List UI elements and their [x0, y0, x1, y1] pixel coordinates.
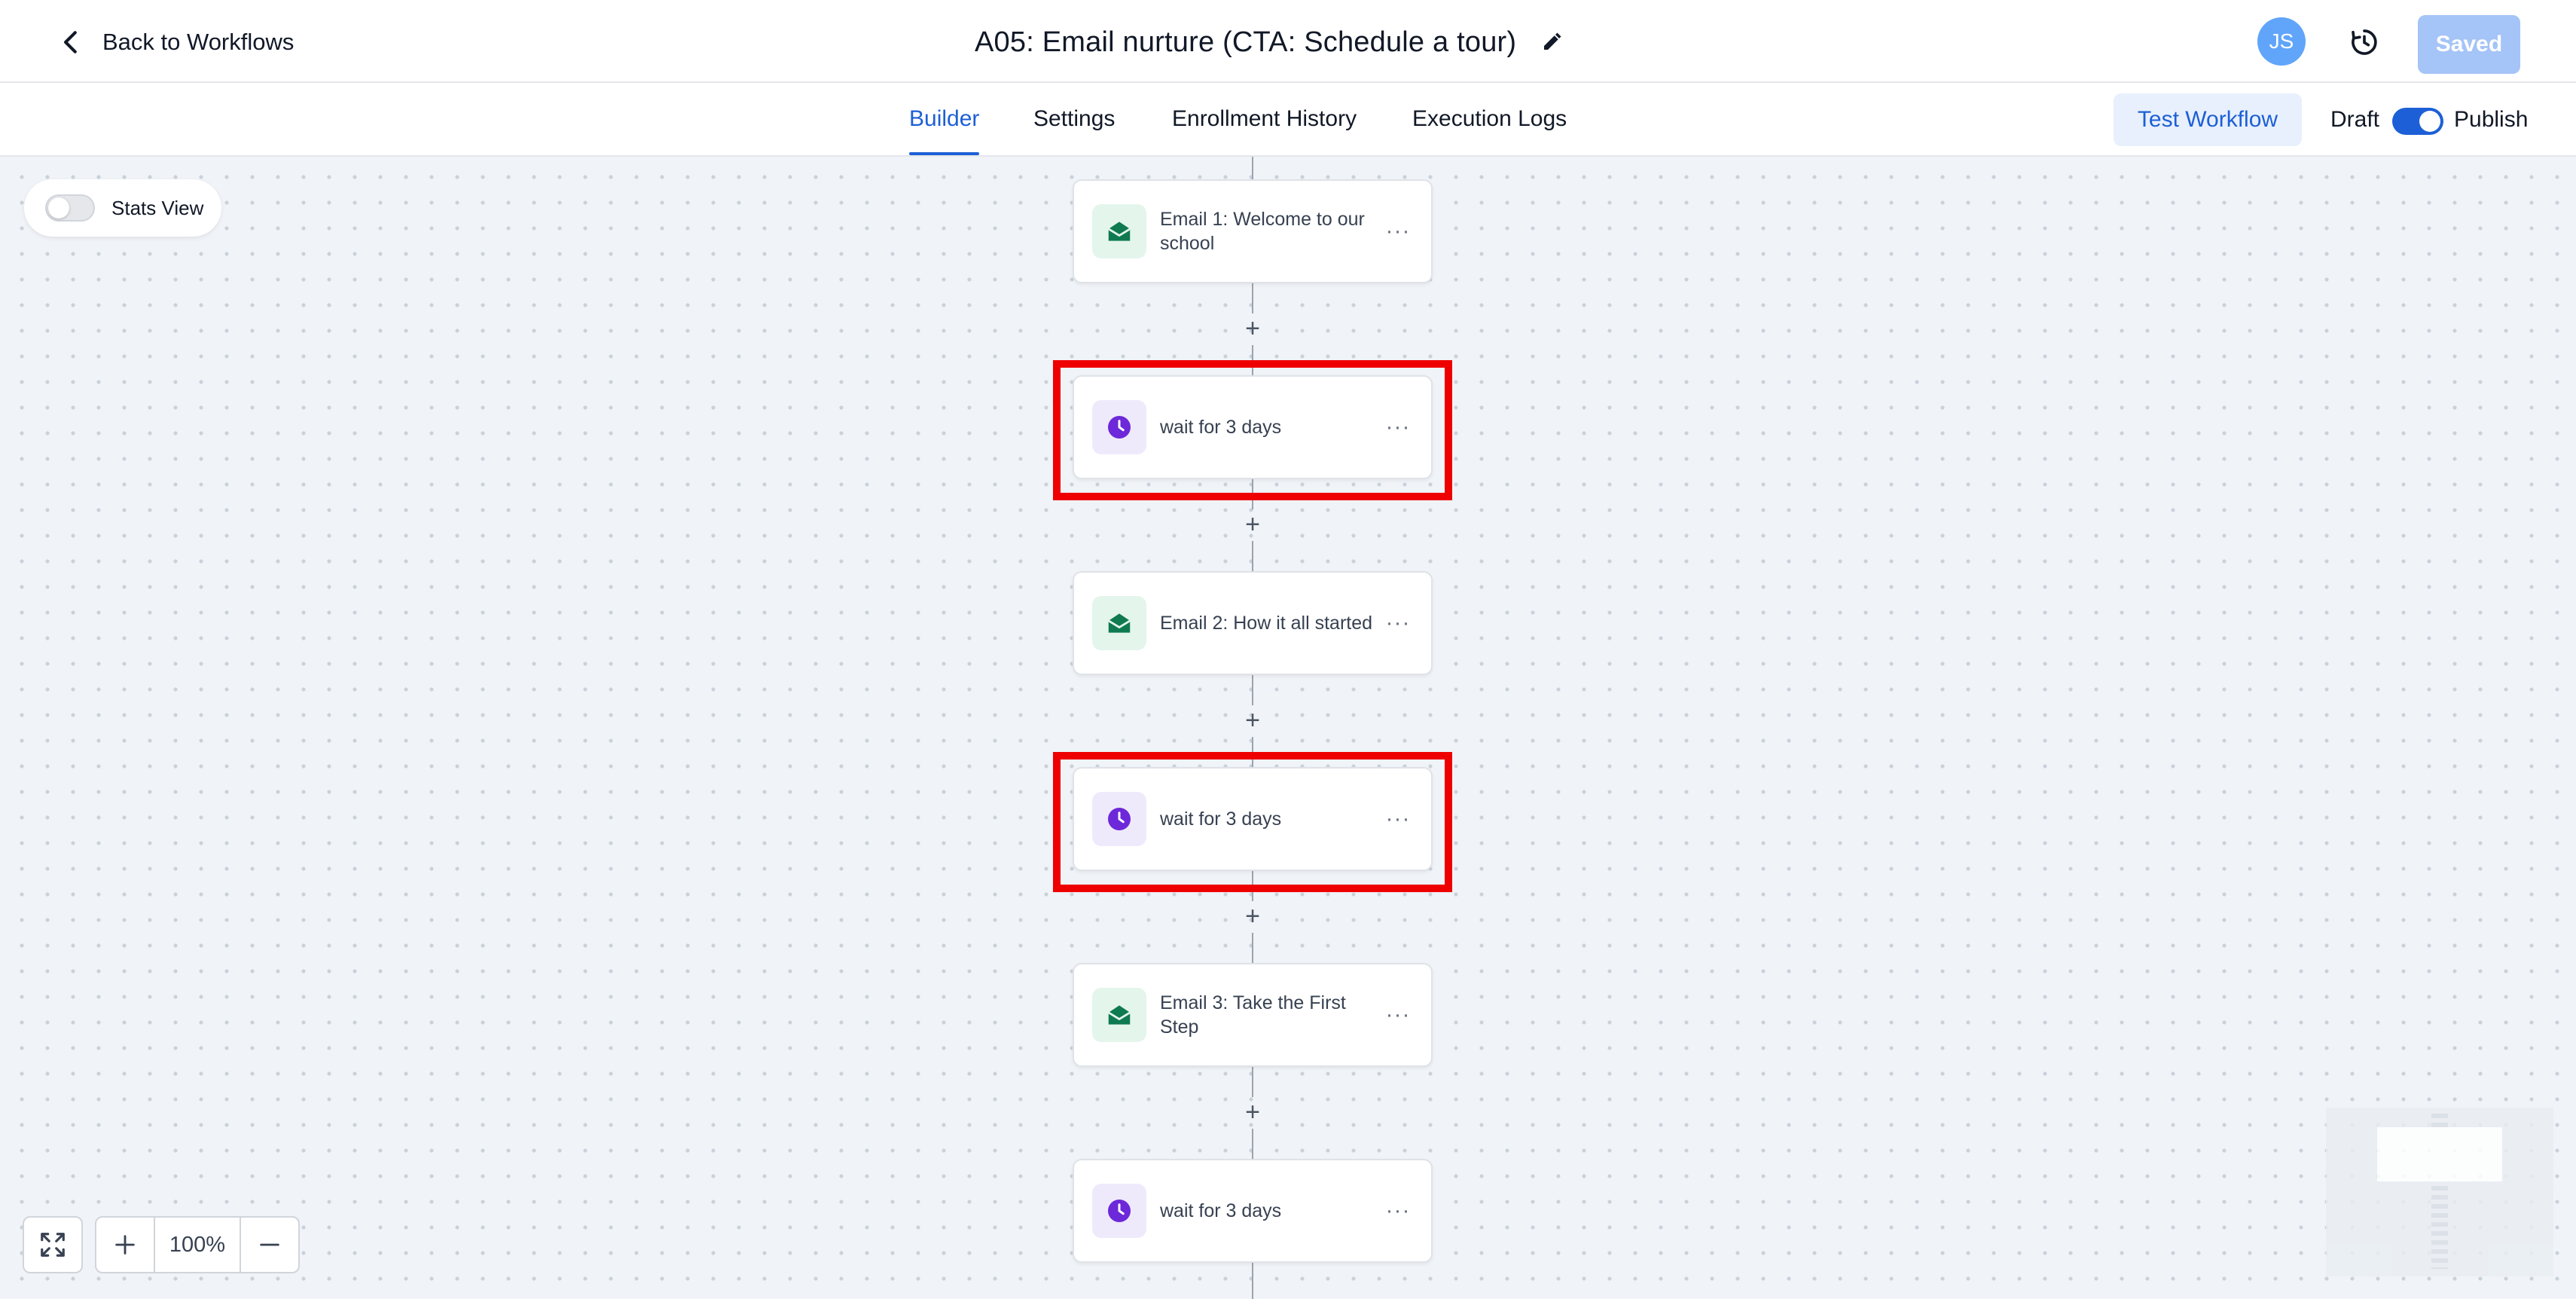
- stats-view-label: Stats View: [111, 196, 204, 219]
- node-label: Email 1: Welcome to our school: [1160, 209, 1365, 254]
- pencil-edit-icon[interactable]: [1537, 27, 1567, 57]
- connector-line: [1252, 479, 1253, 509]
- node-more-menu-icon[interactable]: ···: [1383, 806, 1413, 831]
- chevron-left-icon: [64, 31, 77, 53]
- saved-button[interactable]: Saved: [2418, 15, 2520, 74]
- connector-line: [1252, 157, 1253, 181]
- workflow-node-wait[interactable]: wait for 3 days ···: [1073, 375, 1433, 479]
- node-label: Email 2: How it all started: [1160, 613, 1373, 634]
- clock-icon: [1092, 792, 1146, 846]
- add-step-button[interactable]: +: [1238, 510, 1267, 539]
- node-more-menu-icon[interactable]: ···: [1383, 610, 1413, 635]
- connector-line: [1252, 737, 1253, 767]
- tab-bar: Builder Settings Enrollment History Exec…: [0, 83, 2576, 157]
- back-to-workflows-link[interactable]: Back to Workflows: [57, 21, 294, 63]
- user-avatar[interactable]: JS: [2257, 17, 2306, 66]
- zoom-level: 100%: [154, 1218, 241, 1272]
- connector-line: [1252, 1129, 1253, 1159]
- workflow-node-email[interactable]: Email 2: How it all started ···: [1073, 571, 1433, 675]
- email-open-icon: [1092, 204, 1146, 258]
- workflow-node-email[interactable]: Email 3: Take the First Step ···: [1073, 963, 1433, 1067]
- connector-line: [1252, 1067, 1253, 1097]
- back-link-label: Back to Workflows: [102, 29, 295, 55]
- draft-label: Draft: [2330, 107, 2380, 132]
- node-label: wait for 3 days: [1160, 1200, 1282, 1221]
- zoom-out-button[interactable]: [241, 1218, 298, 1272]
- connector-line: [1252, 541, 1253, 571]
- add-step-button[interactable]: +: [1238, 902, 1267, 931]
- minus-icon: [260, 1243, 279, 1246]
- add-step-button[interactable]: +: [1238, 314, 1267, 343]
- node-more-menu-icon[interactable]: ···: [1383, 219, 1413, 243]
- tab-settings[interactable]: Settings: [1033, 83, 1115, 155]
- clock-icon: [1092, 400, 1146, 454]
- top-header: Back to Workflows A05: Email nurture (CT…: [0, 0, 2576, 83]
- test-workflow-button[interactable]: Test Workflow: [2114, 93, 2302, 146]
- workflow-title: A05: Email nurture (CTA: Schedule a tour…: [975, 26, 1517, 58]
- plus-icon: [115, 1235, 135, 1255]
- connector-line: [1252, 345, 1253, 375]
- tab-builder[interactable]: Builder: [909, 83, 980, 155]
- stats-view-toggle[interactable]: [45, 194, 95, 222]
- node-label: wait for 3 days: [1160, 417, 1282, 438]
- publish-label: Publish: [2454, 107, 2529, 132]
- expand-icon: [41, 1233, 65, 1257]
- connector-line: [1252, 1263, 1253, 1299]
- node-more-menu-icon[interactable]: ···: [1383, 1002, 1413, 1027]
- clock-icon: [1092, 1184, 1146, 1238]
- workflow-node-wait[interactable]: wait for 3 days ···: [1073, 767, 1433, 871]
- history-icon[interactable]: [2347, 25, 2382, 60]
- email-open-icon: [1092, 988, 1146, 1042]
- workflow-canvas[interactable]: Stats View + + + + + Email 1: Welcome to…: [0, 157, 2576, 1299]
- email-open-icon: [1092, 596, 1146, 650]
- node-more-menu-icon[interactable]: ···: [1383, 414, 1413, 439]
- node-label: Email 3: Take the First Step: [1160, 992, 1346, 1038]
- minimap[interactable]: [2326, 1108, 2553, 1276]
- add-step-button[interactable]: +: [1238, 1098, 1267, 1126]
- add-step-button[interactable]: +: [1238, 706, 1267, 735]
- tab-enrollment-history[interactable]: Enrollment History: [1172, 83, 1357, 155]
- publish-toggle[interactable]: [2392, 108, 2443, 135]
- node-more-menu-icon[interactable]: ···: [1383, 1198, 1413, 1223]
- zoom-in-button[interactable]: [96, 1218, 154, 1272]
- fit-view-button[interactable]: [23, 1216, 83, 1273]
- tab-execution-logs[interactable]: Execution Logs: [1412, 83, 1567, 155]
- connector-line: [1252, 675, 1253, 705]
- zoom-controls: 100%: [95, 1216, 300, 1273]
- connector-line: [1252, 871, 1253, 901]
- minimap-viewport[interactable]: [2377, 1127, 2502, 1181]
- connector-line: [1252, 933, 1253, 963]
- connector-line: [1252, 283, 1253, 313]
- workflow-node-email[interactable]: Email 1: Welcome to our school ···: [1073, 179, 1433, 283]
- workflow-node-wait[interactable]: wait for 3 days ···: [1073, 1159, 1433, 1263]
- stats-view-control: Stats View: [24, 179, 221, 237]
- node-label: wait for 3 days: [1160, 808, 1282, 830]
